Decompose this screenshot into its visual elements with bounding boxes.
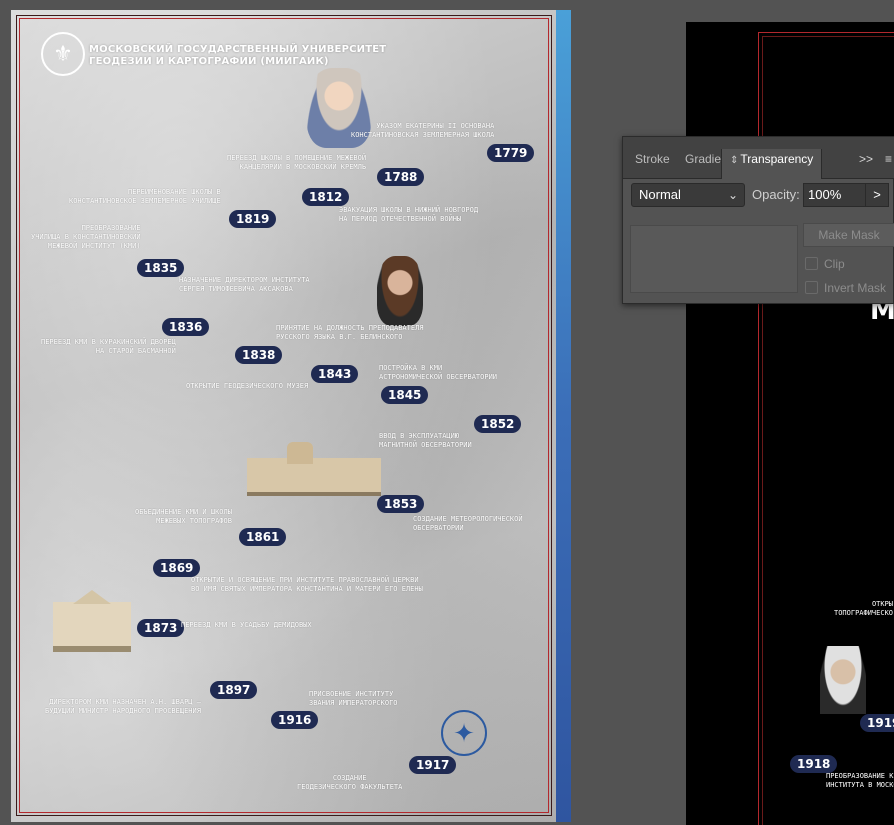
event-1835: ПРЕОБРАЗОВАНИЕ УЧИЛИЩА В КОНСТАНТИНОВСКИ…	[31, 224, 141, 250]
year-badge: 1835	[137, 259, 185, 277]
collapse-panel-icon[interactable]: >>	[859, 149, 873, 169]
clip-label: Clip	[824, 257, 845, 271]
event-1869: ОБЪЕДИНЕНИЕ КМИ И ШКОЛЫ МЕЖЕВЫХ ТОПОГРАФ…	[135, 508, 232, 525]
year-badge: 1916	[271, 711, 319, 729]
event-1838: ПЕРЕЕЗД КМИ В КУРАКИНСКИЙ ДВОРЕЦ НА СТАР…	[41, 338, 176, 355]
year-badge: 1852	[474, 415, 522, 433]
clip-checkbox[interactable]	[805, 257, 818, 270]
year-badge: 1917	[409, 756, 457, 774]
university-title-line1: МОСКОВСКИЙ ГОСУДАРСТВЕННЫЙ УНИВЕРСИТЕТ	[89, 44, 387, 55]
artboard-edge-strip	[556, 10, 571, 822]
event-1843: ПРИНЯТИЕ НА ДОЛЖНОСТЬ ПРЕПОДАВАТЕЛЯ РУСС…	[276, 324, 424, 341]
event-geodesy-faculty: СОЗДАНИЕ ГЕОДЕЗИЧЕСКОГО ФАКУЛЬТЕТА	[297, 774, 403, 791]
year-badge: 1897	[210, 681, 258, 699]
tab-transparency-label: Transparency	[740, 152, 814, 166]
invert-mask-option[interactable]: Invert Mask	[805, 281, 886, 295]
year-badge: 1836	[162, 318, 210, 336]
invert-mask-label: Invert Mask	[824, 281, 887, 295]
clip-option[interactable]: Clip	[805, 257, 845, 271]
illustrator-canvas: ⚜ МОСКОВСКИЙ ГОСУДАРСТВЕННЫЙ УНИВЕРСИТЕТ…	[0, 0, 894, 825]
university-title-line2: ГЕОДЕЗИИ И КАРТОГРАФИИ (МИИГАиК)	[89, 56, 329, 67]
blend-mode-value: Normal	[639, 187, 681, 202]
university-logo-icon: ⚜	[41, 32, 85, 76]
year-badge: 1853	[377, 495, 425, 513]
event-1853: ВВОД В ЭКСПЛУАТАЦИЮ МАГНИТНОЙ ОБСЕРВАТОР…	[379, 432, 472, 449]
make-mask-button[interactable]: Make Mask	[803, 223, 894, 247]
event-1917: ПРИСВОЕНИЕ ИНСТИТУТУ ЗВАНИЯ ИМПЕРАТОРСКО…	[309, 690, 398, 707]
year-badge: 1819	[229, 210, 277, 228]
event-1861: СОЗДАНИЕ МЕТЕОРОЛОГИЧЕСКОЙ ОБСЕРВАТОРИИ	[413, 515, 523, 532]
tab-transparency[interactable]: ⇕ Transparency	[721, 149, 823, 179]
event-1852: ПОСТРОЙКА В КМИ АСТРОНОМИЧЕСКОЙ ОБСЕРВАТ…	[379, 364, 498, 381]
opacity-slider-button[interactable]: >	[865, 183, 889, 207]
university-title: МОСКОВСКИЙ ГОСУДАРСТВЕННЫЙ УНИВЕРСИТЕТ Г…	[89, 44, 386, 68]
portrait-director	[820, 646, 866, 714]
building-illustration-kurakin	[247, 440, 381, 496]
year-badge: 1919	[860, 714, 894, 732]
artboard-left[interactable]: ⚜ МОСКОВСКИЙ ГОСУДАРСТВЕННЫЙ УНИВЕРСИТЕТ…	[11, 10, 571, 822]
event-transformation: ПРЕОБРАЗОВАНИЕ К ИНСТИТУТА В МОСКО	[826, 772, 894, 789]
panel-tab-bar: Stroke Gradie ⇕ Transparency >> ≡	[623, 137, 894, 179]
timeline-poster: ⚜ МОСКОВСКИЙ ГОСУДАРСТВЕННЫЙ УНИВЕРСИТЕТ…	[11, 10, 556, 822]
object-thumbnail	[630, 225, 798, 293]
invert-mask-checkbox[interactable]	[805, 281, 818, 294]
event-1897: ПЕРЕЕЗД КМИ В УСАДЬБУ ДЕМИДОВЫХ	[181, 621, 312, 629]
blend-mode-select[interactable]: Normal ⌄	[631, 183, 745, 207]
year-badge: 1869	[153, 559, 201, 577]
portrait-aksakov	[377, 256, 423, 326]
year-badge: 1918	[790, 755, 838, 773]
chevron-down-icon: ⌄	[727, 188, 738, 202]
event-1788: ПЕРЕЕЗД ШКОЛЫ В ПОМЕЩЕНИЕ МЕЖЕВОЙ КАНЦЕЛ…	[227, 154, 367, 171]
event-1819: ПЕРЕИМЕНОВАНИЕ ШКОЛЫ В КОНСТАНТИНОВСКОЕ …	[69, 188, 221, 205]
event-1779: УКАЗОМ ЕКАТЕРИНЫ II ОСНОВАНА КОНСТАНТИНО…	[351, 122, 495, 139]
event-1812: ЭВАКУАЦИЯ ШКОЛЫ В НИЖНИЙ НОВГОРОД НА ПЕР…	[339, 206, 479, 223]
opacity-label: Opacity:	[752, 187, 800, 202]
event-topographic: ОТКРЫ ТОПОГРАФИЧЕСКО	[834, 600, 894, 617]
year-badge: 1779	[487, 144, 535, 162]
tab-reorder-icon: ⇕	[730, 155, 739, 166]
building-illustration-demidov	[53, 590, 131, 652]
event-1845: ОТКРЫТИЕ ГЕОДЕЗИЧЕСКОГО МУЗЕЯ	[186, 382, 309, 390]
transparency-panel: Stroke Gradie ⇕ Transparency >> ≡ Normal …	[622, 136, 894, 304]
event-1836: НАЗНАЧЕНИЕ ДИРЕКТОРОМ ИНСТИТУТА СЕРГЕЯ Т…	[179, 276, 310, 293]
event-1916: ДИРЕКТОРОМ КМИ НАЗНАЧЕН А.Н. ШВАРЦ — БУД…	[45, 698, 201, 715]
year-badge: 1861	[239, 528, 287, 546]
year-badge: 1838	[235, 346, 283, 364]
event-1873: ОТКРЫТИЕ И ОСВЯЩЕНИЕ ПРИ ИНСТИТУТЕ ПРАВО…	[191, 576, 423, 593]
year-badge: 1812	[302, 188, 350, 206]
year-badge: 1788	[377, 168, 425, 186]
opacity-input[interactable]: 100%	[803, 183, 867, 207]
tab-stroke[interactable]: Stroke	[627, 149, 678, 179]
year-badge: 1873	[137, 619, 185, 637]
panel-menu-icon[interactable]: ≡	[885, 149, 892, 169]
compass-logo-icon: ✦	[441, 710, 487, 756]
year-badge: 1843	[311, 365, 359, 383]
year-badge: 1845	[381, 386, 429, 404]
